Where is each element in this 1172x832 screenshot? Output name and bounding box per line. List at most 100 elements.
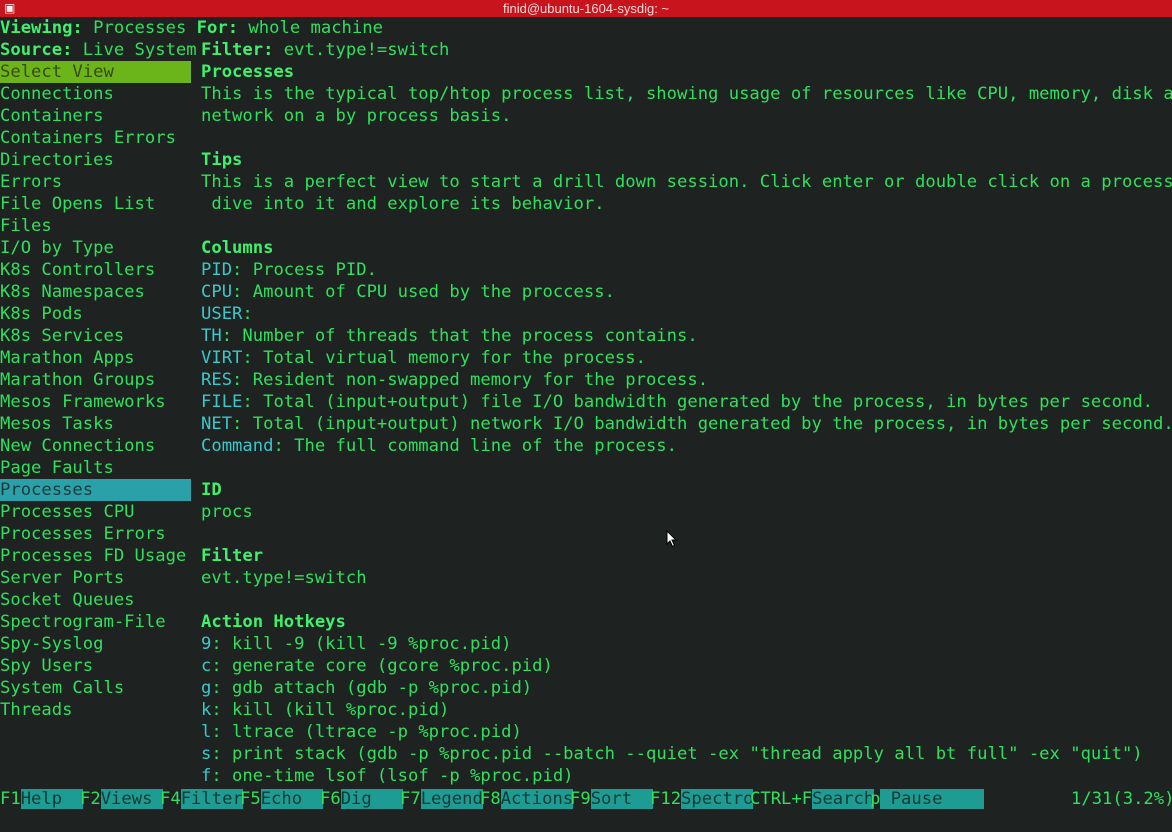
sidebar-item[interactable]: File Opens List [0, 193, 191, 215]
fkey-dig-button[interactable]: F6Dig [320, 788, 403, 810]
sidebar-item[interactable]: Mesos Frameworks [0, 391, 191, 413]
fkey-key: F7 [400, 789, 421, 809]
fkey-label: Pause [880, 789, 984, 809]
column-entry: CPU: Amount of CPU used by the proccess. [201, 281, 615, 303]
column-name: FILE [201, 392, 243, 412]
fkey-key: F4 [160, 789, 181, 809]
hotkey-description: : gdb attach (gdb -p %proc.pid) [211, 678, 533, 698]
sidebar-item[interactable]: Mesos Tasks [0, 413, 191, 435]
sidebar-item[interactable]: Threads [0, 699, 191, 721]
fkey-label: Views [100, 789, 163, 809]
sidebar-item[interactable]: I/O by Type [0, 237, 191, 259]
hotkey-entry: s: print stack (gdb -p %proc.pid --batch… [201, 743, 1143, 765]
fkey-label: Legend [420, 789, 483, 809]
fkey-sort-button[interactable]: F9Sort [570, 788, 653, 810]
sidebar-item[interactable]: Processes FD Usage [0, 545, 191, 567]
sidebar-item[interactable]: K8s Controllers [0, 259, 191, 281]
sidebar-item[interactable]: Processes CPU [0, 501, 191, 523]
hotkey-entry: 9: kill -9 (kill -9 %proc.pid) [201, 633, 511, 655]
fkey-legend-button[interactable]: F7Legend [400, 788, 483, 810]
column-entry: FILE: Total (input+output) file I/O band… [201, 391, 1153, 413]
sidebar-item[interactable]: Connections [0, 83, 191, 105]
window-titlebar: ▣ finid@ubuntu-1604-sysdig: ~ [0, 0, 1172, 17]
hotkey-entry: g: gdb attach (gdb -p %proc.pid) [201, 677, 532, 699]
fkey-label: Actions [500, 789, 574, 809]
hotkeys-heading: Action Hotkeys [201, 612, 346, 632]
viewing-value: Processes [93, 18, 187, 38]
column-entry: RES: Resident non-swapped memory for the… [201, 369, 708, 391]
sidebar-item[interactable]: K8s Services [0, 325, 191, 347]
hotkey-key: g [201, 678, 212, 698]
sidebar-item[interactable]: System Calls [0, 677, 191, 699]
column-name: RES [201, 370, 233, 390]
sidebar-item[interactable]: Spy-Syslog [0, 633, 191, 655]
sidebar-item[interactable]: Socket Queues [0, 589, 191, 611]
fkey-key: F8 [480, 789, 501, 809]
source-label: Source: [0, 40, 73, 60]
mouse-cursor-icon [666, 530, 678, 548]
sidebar-item[interactable]: Marathon Apps [0, 347, 191, 369]
fkey-echo-button[interactable]: F5Echo [240, 788, 323, 810]
column-name: VIRT [201, 348, 243, 368]
sidebar-item[interactable]: Processes [0, 479, 191, 501]
id-heading: ID [201, 480, 222, 500]
sidebar-item[interactable]: Server Ports [0, 567, 191, 589]
column-name: NET [201, 414, 233, 434]
viewing-line: Viewing: Processes For: whole machine [0, 17, 383, 39]
column-name: Command [201, 436, 274, 456]
fkey-help-button[interactable]: F1Help [0, 788, 83, 810]
fkey-key: F5 [240, 789, 261, 809]
fkey-label: Search [812, 789, 875, 809]
function-key-bar: 1/31(3.2%) F1Help F2Views F4Filter F5Echo… [0, 788, 1172, 810]
source-line: Source: Live System [0, 39, 197, 61]
sidebar-item[interactable]: Errors [0, 171, 191, 193]
fkey-search-button[interactable]: CTRL+FSearch [750, 788, 875, 810]
fkey-pause-button[interactable]: p Pause [870, 788, 984, 810]
column-entry: PID: Process PID. [201, 259, 377, 281]
hotkey-description: : print stack (gdb -p %proc.pid --batch … [211, 744, 1143, 764]
sidebar-item[interactable]: K8s Namespaces [0, 281, 191, 303]
fkey-label: Sort [590, 789, 653, 809]
column-description: : Total (input+output) file I/O bandwidt… [242, 392, 1154, 412]
sidebar-item[interactable]: Files [0, 215, 191, 237]
hotkey-key: l [201, 722, 212, 742]
fkey-filter-button[interactable]: F4Filter [160, 788, 243, 810]
fkey-actions-button[interactable]: F8Actions [480, 788, 574, 810]
column-description: : Total (input+output) network I/O bandw… [232, 414, 1172, 434]
sidebar-item[interactable]: Spy Users [0, 655, 191, 677]
column-name: TH [201, 326, 222, 346]
sidebar-item[interactable]: Marathon Groups [0, 369, 191, 391]
fkey-views-button[interactable]: F2Views [80, 788, 163, 810]
for-label: For: [196, 18, 239, 38]
filter-label: Filter: [201, 40, 274, 60]
fkey-label: Help [20, 789, 83, 809]
sidebar-item[interactable]: Spectrogram-File [0, 611, 191, 633]
column-description: : The full command line of the process. [273, 436, 677, 456]
column-entry: Command: The full command line of the pr… [201, 435, 677, 457]
hotkey-key: s [201, 744, 212, 764]
sidebar-header: Select View [0, 61, 191, 83]
sidebar-item[interactable]: Directories [0, 149, 191, 171]
description-line-1: This is the typical top/htop process lis… [201, 84, 1172, 104]
fkey-key: F9 [570, 789, 591, 809]
column-entry: VIRT: Total virtual memory for the proce… [201, 347, 646, 369]
source-value: Live System [82, 40, 197, 60]
hotkey-entry: l: ltrace (ltrace -p %proc.pid) [201, 721, 522, 743]
fkey-key: F12 [650, 789, 682, 809]
sidebar-item[interactable]: Page Faults [0, 457, 191, 479]
hotkey-description: : kill -9 (kill -9 %proc.pid) [211, 634, 512, 654]
sidebar-item[interactable]: Containers [0, 105, 191, 127]
column-description: : Resident non-swapped memory for the pr… [232, 370, 709, 390]
id-value: procs [201, 502, 253, 522]
fkey-spectro-button[interactable]: F12Spectro [650, 788, 754, 810]
column-description: : Total virtual memory for the process. [242, 348, 646, 368]
sidebar-item[interactable]: Containers Errors [0, 127, 191, 149]
sidebar-item[interactable]: K8s Pods [0, 303, 191, 325]
hotkey-key: k [201, 700, 212, 720]
terminal-icon: ▣ [4, 1, 16, 15]
sidebar-item[interactable]: Processes Errors [0, 523, 191, 545]
viewing-label: Viewing: [0, 18, 83, 38]
sidebar-item[interactable]: New Connections [0, 435, 191, 457]
filter-heading: Filter [201, 546, 264, 566]
columns-heading: Columns [201, 238, 274, 258]
